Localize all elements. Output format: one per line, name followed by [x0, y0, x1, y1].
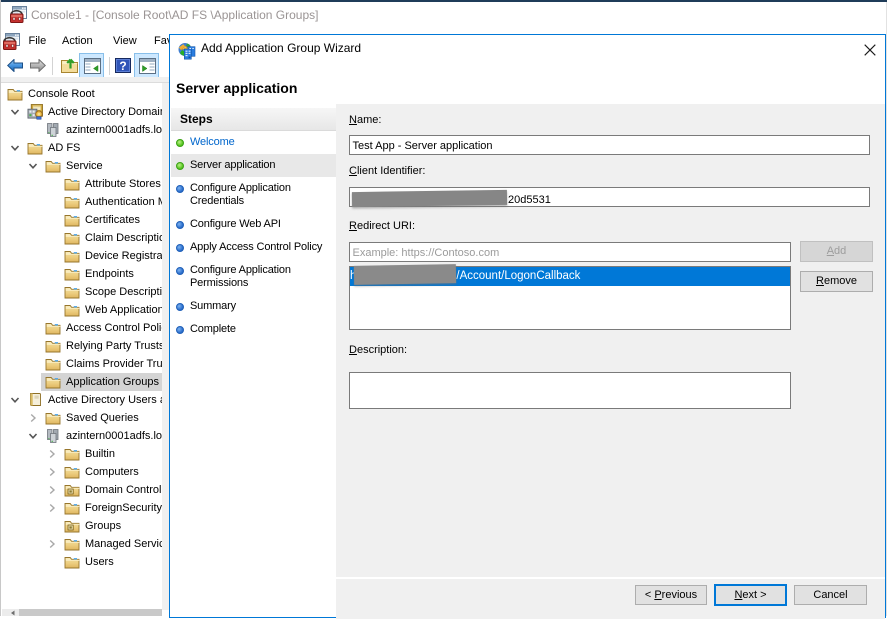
svg-text:?: ? [119, 59, 126, 73]
